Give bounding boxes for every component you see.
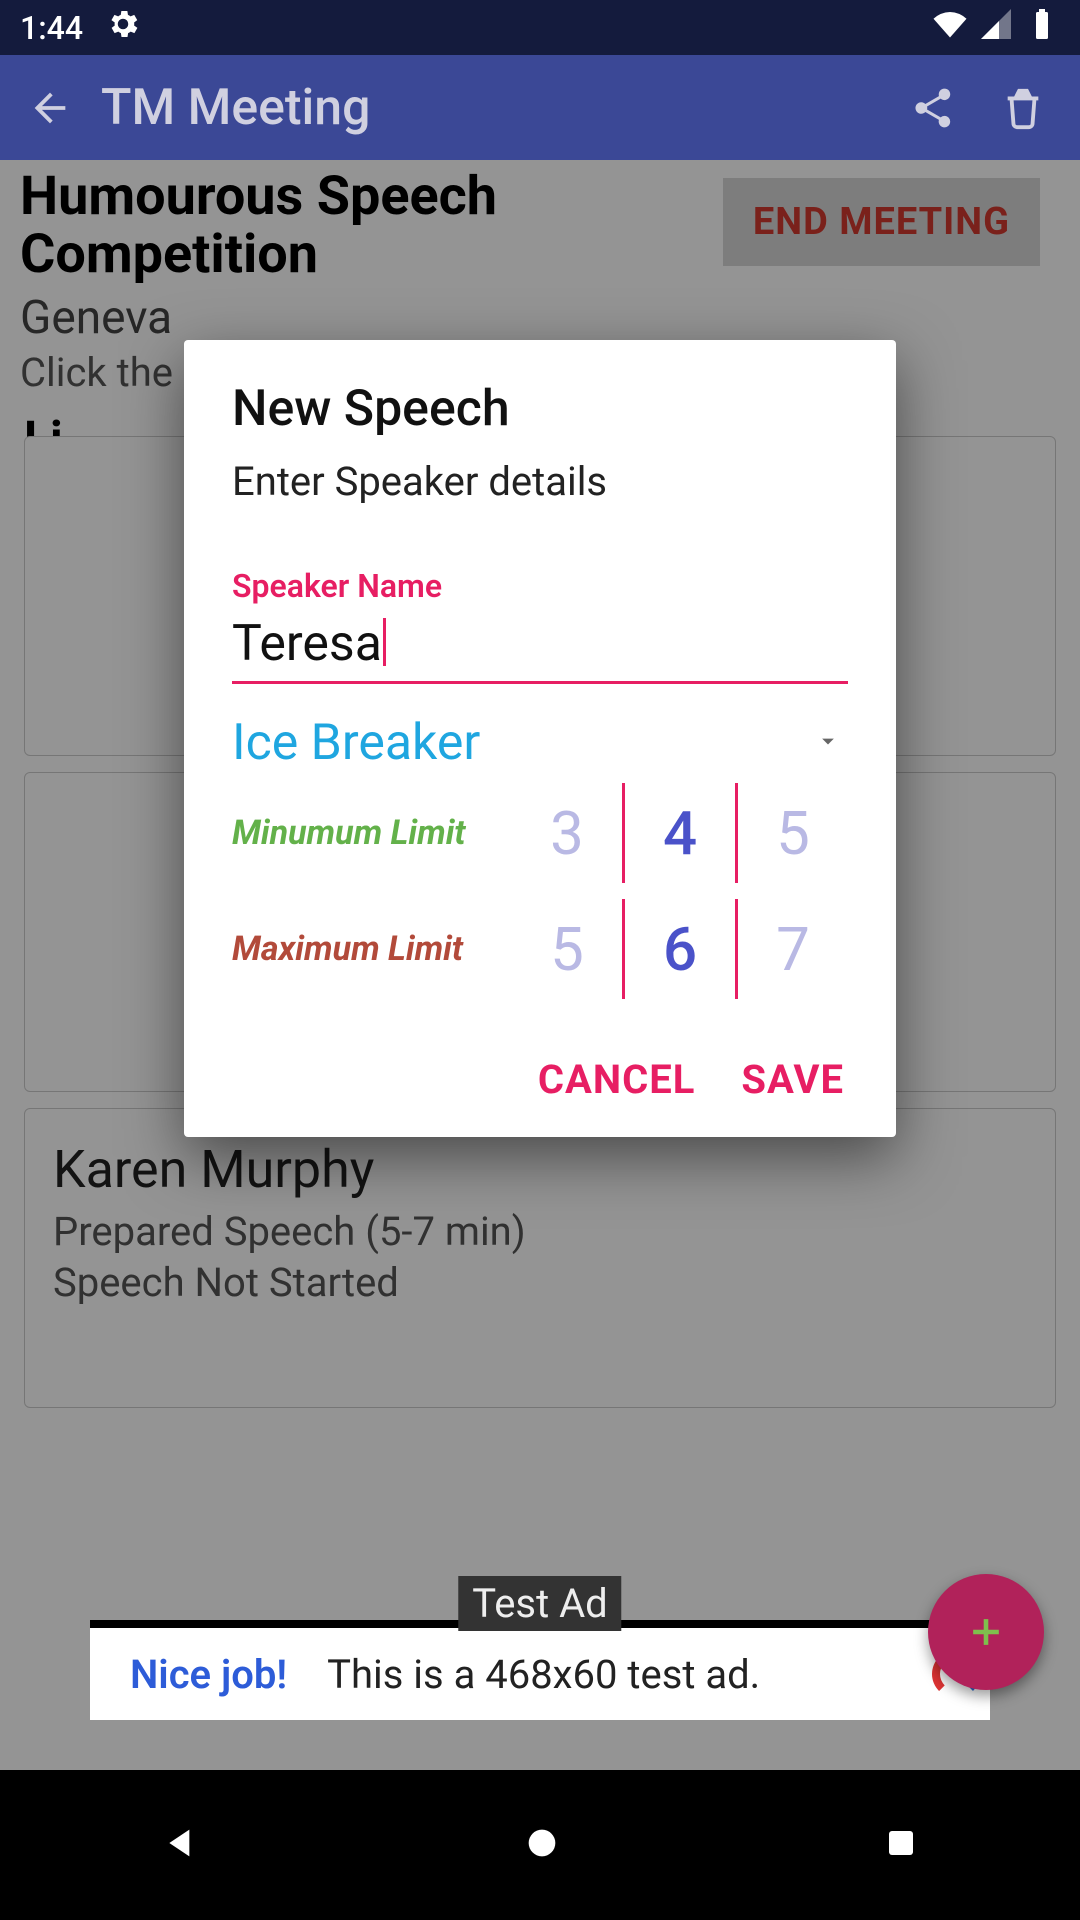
dialog-title: New Speech <box>232 380 848 438</box>
picker-selected: 6 <box>625 914 735 985</box>
dialog-subtitle: Enter Speaker details <box>232 458 848 505</box>
android-nav-bar <box>0 1770 1080 1920</box>
picker-next: 5 <box>738 798 848 869</box>
picker-prev: 5 <box>512 914 622 985</box>
cancel-button[interactable]: CANCEL <box>538 1056 696 1103</box>
speaker-name-label: Speaker Name <box>232 567 848 605</box>
text-caret <box>383 618 386 666</box>
chevron-down-icon <box>814 727 842 759</box>
speaker-name-input[interactable]: Teresa <box>232 605 848 684</box>
picker-next: 7 <box>738 914 848 985</box>
nav-recent-button[interactable] <box>883 1825 919 1865</box>
new-speech-dialog: New Speech Enter Speaker details Speaker… <box>184 340 896 1137</box>
min-limit-label: Minumum Limit <box>232 813 512 853</box>
min-limit-picker[interactable]: 3 4 5 <box>512 778 848 888</box>
max-limit-picker[interactable]: 5 6 7 <box>512 894 848 1004</box>
picker-selected: 4 <box>625 798 735 869</box>
nav-back-button[interactable] <box>161 1823 201 1867</box>
max-limit-label: Maximum Limit <box>232 929 512 969</box>
speaker-name-value: Teresa <box>232 615 382 673</box>
save-button[interactable]: SAVE <box>741 1056 844 1103</box>
picker-prev: 3 <box>512 798 622 869</box>
dialog-container: New Speech Enter Speaker details Speaker… <box>0 0 1080 1920</box>
speech-type-value: Ice Breaker <box>232 714 480 772</box>
nav-home-button[interactable] <box>522 1823 562 1867</box>
speech-type-dropdown[interactable]: Ice Breaker <box>232 706 848 776</box>
